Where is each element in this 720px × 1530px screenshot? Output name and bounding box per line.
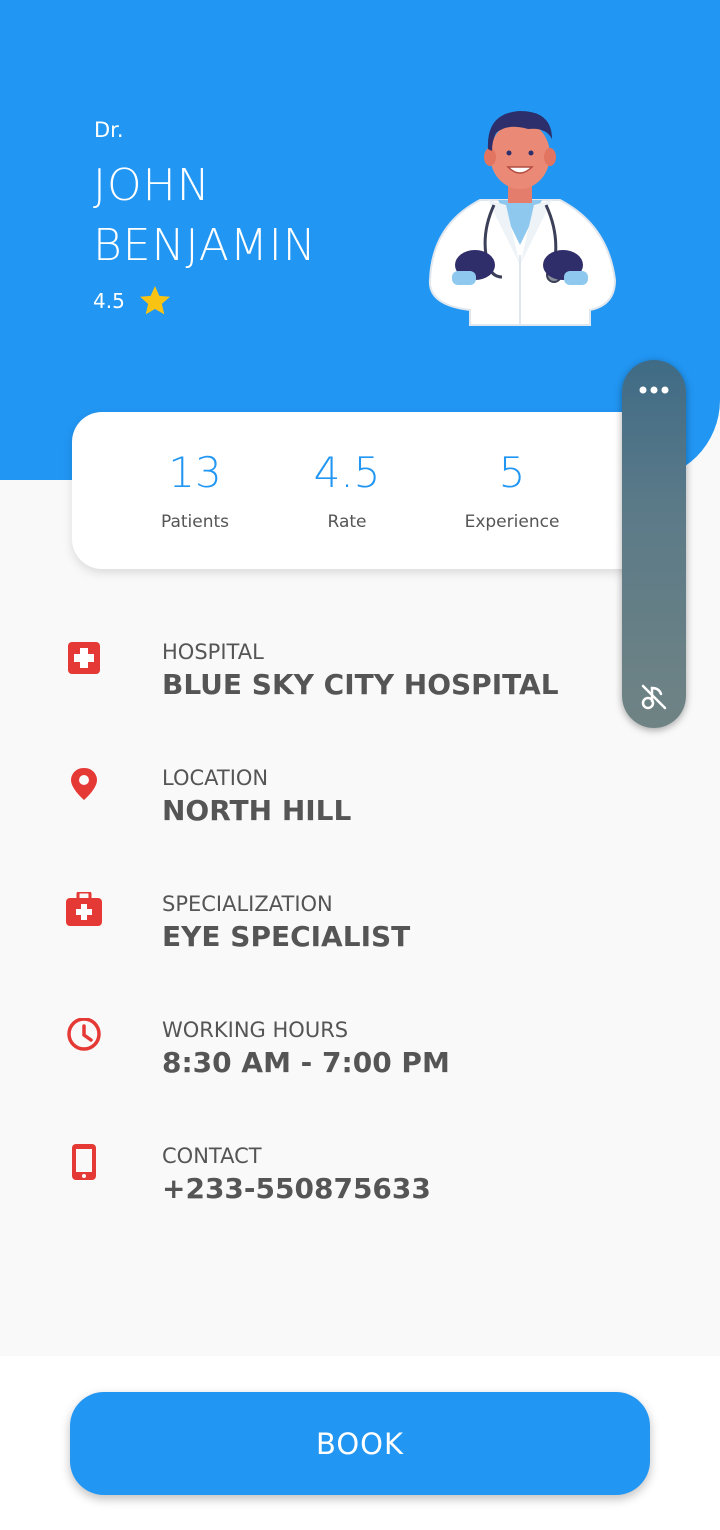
info-value: 8:30 AM - 7:00 PM bbox=[162, 1046, 450, 1079]
stat-experience: 5 Experience bbox=[464, 448, 560, 533]
info-row-working-hours: WORKING HOURS 8:30 AM - 7:00 PM bbox=[0, 1018, 720, 1098]
info-value: EYE SPECIALIST bbox=[162, 920, 411, 953]
info-value: +233-550875633 bbox=[162, 1172, 431, 1205]
info-row-specialization: SPECIALIZATION EYE SPECIALIST bbox=[0, 892, 720, 972]
stat-value: 4.5 bbox=[313, 448, 381, 497]
stat-value: 13 bbox=[168, 448, 222, 497]
info-value: NORTH HILL bbox=[162, 794, 352, 827]
info-value: BLUE SKY CITY HOSPITAL bbox=[162, 668, 559, 701]
medical-kit-icon bbox=[66, 892, 102, 926]
info-row-contact: CONTACT +233-550875633 bbox=[0, 1144, 720, 1224]
stat-patients: 13 Patients bbox=[160, 448, 230, 533]
rating-value: 4.5 bbox=[93, 289, 125, 313]
doctor-last-name: BENJAMIN bbox=[93, 220, 317, 271]
stats-card: 13 Patients 4.5 Rate 5 Experience bbox=[72, 412, 672, 569]
stat-rate: 4.5 Rate bbox=[313, 448, 381, 533]
doctor-first-name: JOHN bbox=[93, 160, 211, 211]
doctor-rating: 4.5 bbox=[93, 283, 173, 319]
hide-panel-icon[interactable] bbox=[639, 682, 669, 712]
doctor-prefix: Dr. bbox=[94, 118, 124, 142]
stat-label: Patients bbox=[160, 512, 230, 532]
info-label: HOSPITAL bbox=[162, 640, 264, 664]
doctor-illustration bbox=[428, 111, 617, 326]
hospital-icon bbox=[68, 642, 100, 674]
location-pin-icon bbox=[71, 768, 97, 800]
clock-icon bbox=[67, 1018, 101, 1051]
stat-label: Rate bbox=[327, 512, 367, 532]
stat-label: Experience bbox=[464, 512, 560, 532]
info-label: SPECIALIZATION bbox=[162, 892, 333, 916]
star-icon bbox=[139, 286, 170, 315]
info-label: LOCATION bbox=[162, 766, 269, 790]
info-row-location: LOCATION NORTH HILL bbox=[0, 766, 720, 846]
phone-icon bbox=[72, 1144, 96, 1180]
more-options-icon[interactable] bbox=[637, 384, 671, 396]
info-label: CONTACT bbox=[162, 1144, 262, 1168]
book-button[interactable]: BOOK bbox=[70, 1392, 650, 1495]
stat-value: 5 bbox=[498, 448, 526, 497]
profile-header: Dr. JOHN BENJAMIN 4.5 bbox=[0, 0, 720, 480]
info-row-hospital: HOSPITAL BLUE SKY CITY HOSPITAL bbox=[0, 640, 720, 720]
floating-side-panel[interactable] bbox=[622, 360, 686, 728]
info-label: WORKING HOURS bbox=[162, 1018, 349, 1042]
